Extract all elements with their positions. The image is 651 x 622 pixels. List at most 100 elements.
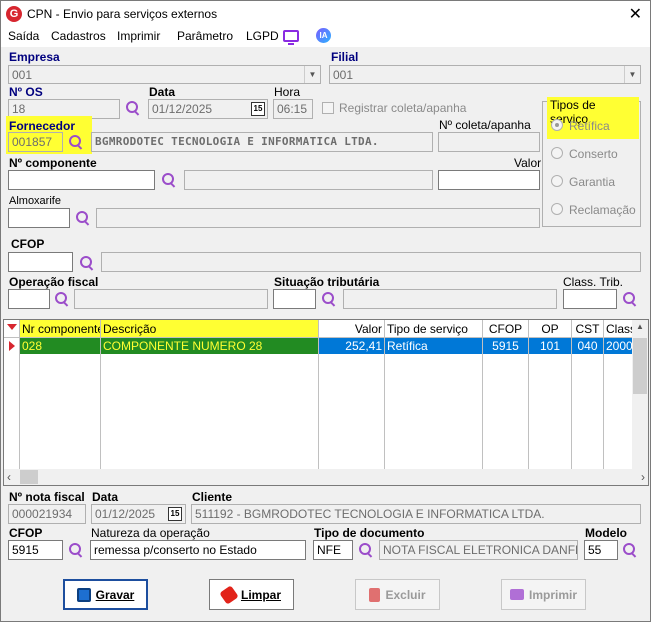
- class-trib-field[interactable]: [563, 289, 617, 309]
- grid-divider: [482, 354, 483, 469]
- search-icon[interactable]: [358, 542, 374, 558]
- os-label: Nº OS: [9, 85, 43, 99]
- col-header-tipo[interactable]: Tipo de serviço: [385, 320, 483, 338]
- search-icon[interactable]: [75, 210, 91, 226]
- main-window: G CPN - Envio para serviços externos ✕ S…: [0, 0, 651, 622]
- col-header-op[interactable]: OP: [529, 320, 572, 338]
- table-cell-cfop[interactable]: 5915: [483, 338, 529, 354]
- col-header-nr[interactable]: Nr componente: [20, 320, 101, 338]
- search-icon[interactable]: [68, 134, 84, 150]
- sort-down-icon[interactable]: [7, 324, 17, 330]
- modelo-field[interactable]: 55: [584, 540, 618, 560]
- scroll-thumb[interactable]: [633, 338, 647, 394]
- menu-lgpd[interactable]: LGPD: [246, 29, 279, 43]
- menu-parametro[interactable]: Parâmetro: [177, 29, 233, 43]
- col-header-class[interactable]: Class.: [604, 320, 633, 338]
- search-icon[interactable]: [54, 291, 70, 307]
- tipo-doc-desc-field: NOTA FISCAL ELETRONICA DANFE: [379, 540, 578, 560]
- nf-field: 000021934: [8, 504, 86, 524]
- excluir-label: Excluir: [385, 587, 426, 602]
- registrar-checkbox[interactable]: [322, 102, 334, 114]
- table-cell-nr[interactable]: 028: [20, 338, 101, 354]
- search-icon[interactable]: [321, 291, 337, 307]
- data-label: Data: [149, 85, 176, 99]
- imprimir-button[interactable]: Imprimir: [501, 579, 586, 610]
- hora-field[interactable]: 06:15: [273, 99, 313, 119]
- table-cell-descricao[interactable]: COMPONENTE NUMERO 28: [101, 338, 319, 354]
- radio-conserto[interactable]: [551, 147, 563, 159]
- search-icon[interactable]: [68, 542, 84, 558]
- close-icon[interactable]: ✕: [629, 4, 642, 24]
- row-indicator[interactable]: [4, 338, 20, 354]
- componente-field[interactable]: [8, 170, 155, 190]
- search-icon[interactable]: [79, 255, 95, 271]
- registrar-label: Registrar coleta/apanha: [339, 101, 467, 115]
- horizontal-scrollbar[interactable]: ‹ ›: [4, 469, 648, 485]
- grid-divider: [384, 354, 385, 469]
- col-header-cst[interactable]: CST: [572, 320, 604, 338]
- situacao-desc-field: [343, 289, 557, 309]
- filial-label: Filial: [331, 50, 359, 64]
- current-row-icon: [9, 341, 15, 351]
- radio-reclamacao-label: Reclamação: [569, 203, 636, 217]
- table-cell-cst[interactable]: 040: [572, 338, 604, 354]
- filial-select[interactable]: 001 ▼: [329, 65, 641, 84]
- almoxarife-desc-field: [96, 208, 540, 228]
- menu-imprimir[interactable]: Imprimir: [117, 29, 160, 43]
- table-cell-op[interactable]: 101: [529, 338, 572, 354]
- col-header-cfop[interactable]: CFOP: [483, 320, 529, 338]
- natureza-field[interactable]: remessa p/conserto no Estado: [90, 540, 306, 560]
- radio-retifica[interactable]: [551, 119, 563, 131]
- empresa-select[interactable]: 001 ▼: [8, 65, 321, 84]
- chevron-down-icon[interactable]: ▼: [624, 66, 640, 83]
- fornecedor-code-field[interactable]: 001857: [8, 132, 63, 152]
- imprimir-label: Imprimir: [528, 587, 577, 602]
- empresa-label: Empresa: [9, 50, 60, 64]
- search-icon[interactable]: [622, 291, 638, 307]
- col-header-descricao[interactable]: Descrição: [101, 320, 319, 338]
- calendar-icon[interactable]: 15: [168, 507, 182, 521]
- scroll-up-icon[interactable]: ▲: [632, 322, 648, 331]
- eraser-icon: [219, 584, 239, 605]
- situacao-field[interactable]: [273, 289, 316, 309]
- componentes-grid[interactable]: Nr componente Descrição Valor Tipo de se…: [3, 319, 649, 486]
- menu-cadastros[interactable]: Cadastros: [51, 29, 106, 43]
- scroll-right-icon[interactable]: ›: [641, 470, 645, 484]
- table-cell-class[interactable]: 20001: [604, 338, 633, 354]
- tipo-doc-field[interactable]: NFE: [313, 540, 353, 560]
- almoxarife-field[interactable]: [8, 208, 70, 228]
- search-icon[interactable]: [125, 100, 141, 116]
- radio-garantia[interactable]: [551, 175, 563, 187]
- operacao-field[interactable]: [8, 289, 50, 309]
- tipo-doc-label: Tipo de documento: [314, 526, 425, 540]
- coleta-field[interactable]: [438, 132, 540, 152]
- monitor-icon[interactable]: [283, 30, 299, 45]
- excluir-button[interactable]: Excluir: [355, 579, 440, 610]
- search-icon[interactable]: [161, 172, 177, 188]
- menu-saida[interactable]: Saída: [8, 29, 39, 43]
- table-cell-valor[interactable]: 252,41: [319, 338, 385, 354]
- cfop-bottom-field[interactable]: 5915: [8, 540, 63, 560]
- valor-field[interactable]: [438, 170, 540, 190]
- data-field[interactable]: 01/12/2025: [148, 99, 268, 119]
- vertical-scrollbar[interactable]: ▲: [632, 320, 648, 469]
- scroll-left-icon[interactable]: ‹: [7, 470, 11, 484]
- cliente-field: 511192 - BGMRODOTEC TECNOLOGIA E INFORMA…: [191, 504, 641, 524]
- calendar-icon[interactable]: 15: [251, 102, 265, 116]
- nf-data-label: Data: [92, 490, 119, 504]
- gravar-button[interactable]: Gravar: [63, 579, 148, 610]
- chevron-down-icon[interactable]: ▼: [304, 66, 320, 83]
- cfop-top-label: CFOP: [11, 237, 45, 251]
- ia-icon[interactable]: IA: [316, 28, 331, 43]
- operacao-label: Operação fiscal: [9, 275, 99, 289]
- cfop-top-field[interactable]: [8, 252, 73, 272]
- hora-label: Hora: [274, 85, 301, 99]
- limpar-button[interactable]: Limpar: [209, 579, 294, 610]
- search-icon[interactable]: [622, 542, 638, 558]
- col-header-valor[interactable]: Valor: [319, 320, 385, 338]
- scroll-thumb-horizontal[interactable]: [20, 470, 38, 484]
- natureza-label: Natureza da operação: [91, 526, 210, 540]
- almoxarife-label: Almoxarife: [9, 195, 61, 207]
- radio-reclamacao[interactable]: [551, 203, 563, 215]
- table-cell-tipo[interactable]: Retífica: [385, 338, 483, 354]
